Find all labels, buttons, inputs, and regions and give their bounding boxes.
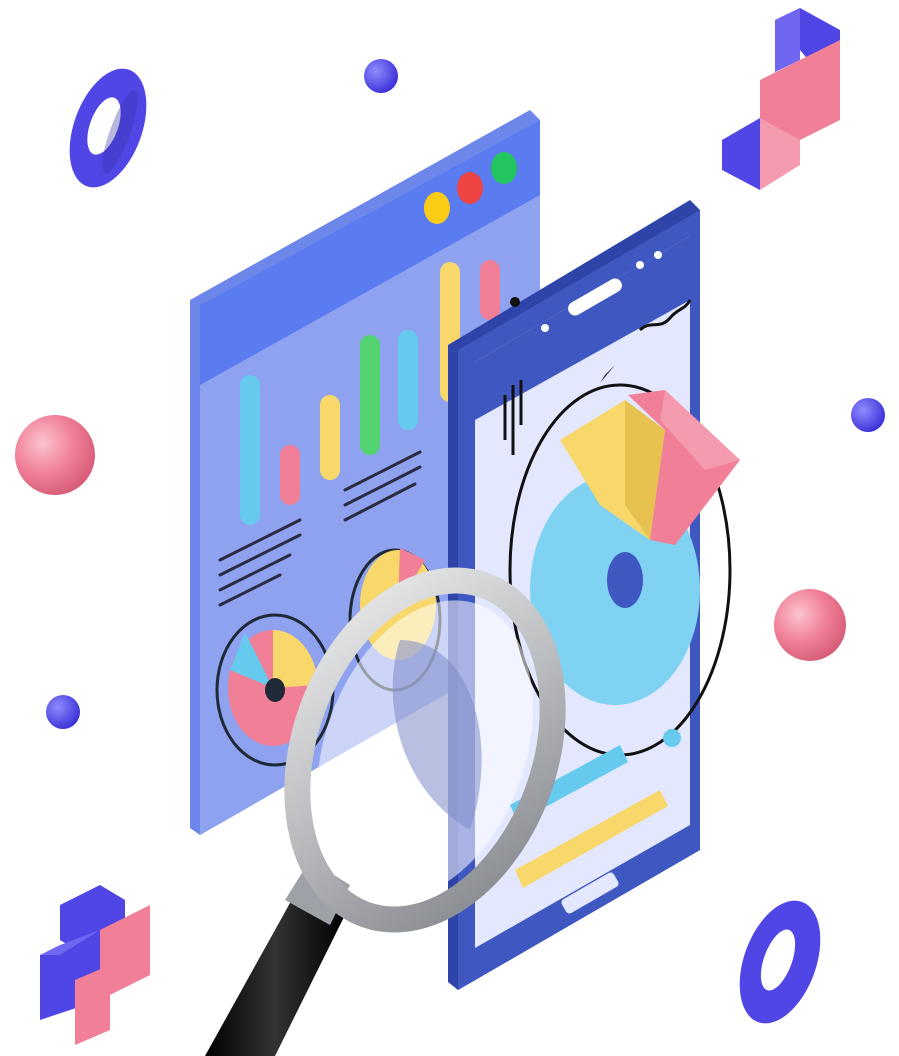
sphere-right [774,589,846,661]
dot-green [491,152,517,184]
sphere-left [15,415,95,495]
dot-top [364,59,398,93]
analytics-illustration [15,8,885,1056]
cross-bottom-left [40,885,150,1045]
dot-left [46,695,80,729]
stairs-top-right [722,8,840,190]
ring-top-left [69,68,147,188]
dot-red [457,172,483,204]
dot-right [851,398,885,432]
ring-bottom-right [739,900,821,1024]
dot-yellow [424,192,450,224]
